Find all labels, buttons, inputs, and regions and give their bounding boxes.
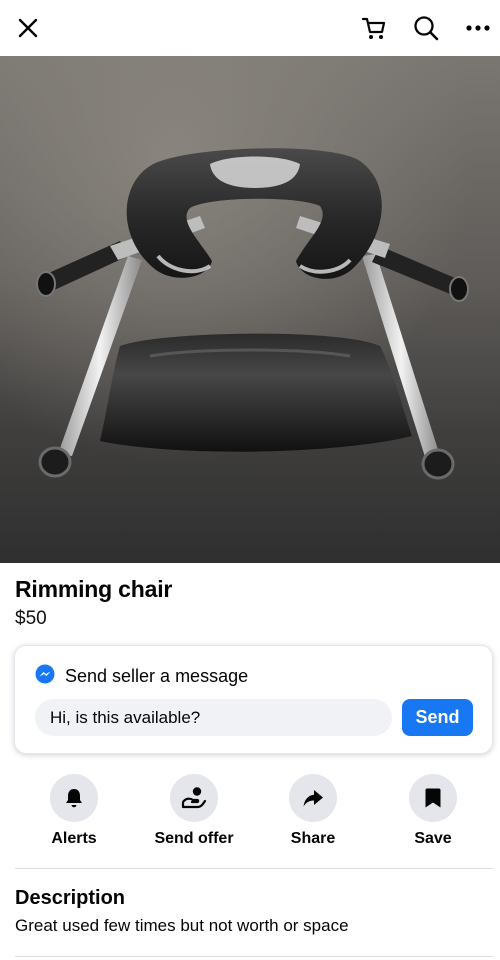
save-button[interactable]: Save [378,774,488,848]
listing-price: $50 [15,608,47,629]
messenger-icon [35,664,55,689]
send-button[interactable]: Send [402,699,473,736]
message-header: Send seller a message [35,664,248,689]
more-icon[interactable] [460,10,496,46]
search-icon[interactable] [408,10,444,46]
offer-icon [170,774,218,822]
send-offer-button[interactable]: Send offer [139,774,249,848]
action-bar: Alerts Send offer Share Save [0,774,500,854]
send-offer-label: Send offer [154,830,234,847]
top-bar [0,0,500,56]
cart-icon[interactable] [356,10,392,46]
share-icon [289,774,337,822]
message-header-label: Send seller a message [65,666,249,686]
message-seller-card: Send seller a message Hi, is this availa… [14,645,493,754]
description-title: Description [15,887,126,909]
divider [15,868,493,869]
share-label: Share [290,830,336,847]
listing-photo[interactable] [0,56,500,563]
close-icon[interactable] [10,10,46,46]
listing-title: Rimming chair [15,576,173,602]
share-button[interactable]: Share [258,774,368,848]
divider [15,956,493,957]
description-text: Great used few times but not worth or sp… [15,916,349,935]
alerts-button[interactable]: Alerts [19,774,129,848]
bell-icon [50,774,98,822]
bookmark-icon [409,774,457,822]
save-label: Save [414,830,452,847]
message-input[interactable]: Hi, is this available? [35,699,392,736]
alerts-label: Alerts [51,830,97,847]
